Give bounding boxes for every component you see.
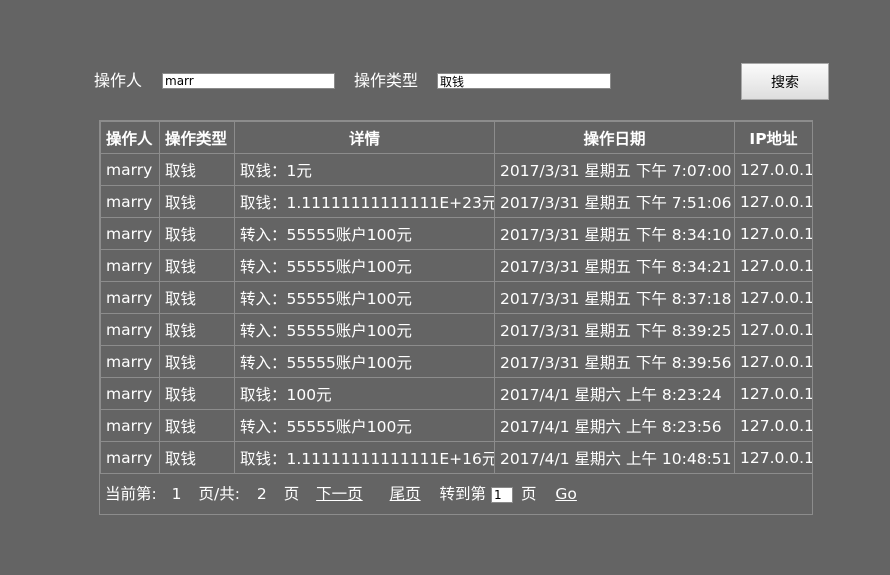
cell-details: 取钱：1.11111111111111E+23元 — [234, 185, 495, 218]
operator-input[interactable] — [162, 73, 335, 89]
pager-current-label: 当前第: — [105, 485, 157, 503]
column-header-details: 详情 — [234, 121, 495, 154]
cell-operation-date: 2017/3/31 星期五 下午 8:34:21 — [494, 249, 735, 282]
cell-operation-date: 2017/4/1 星期六 上午 10:48:51 — [494, 441, 735, 474]
cell-operation-type: 取钱 — [159, 441, 235, 474]
cell-operation-type: 取钱 — [159, 345, 235, 378]
column-header-operation-date: 操作日期 — [494, 121, 735, 154]
cell-operation-date: 2017/4/1 星期六 上午 8:23:56 — [494, 409, 735, 442]
cell-operator: marry — [100, 377, 160, 410]
table-row: marry 取钱 转入：55555账户100元 2017/4/1 星期六 上午 … — [100, 409, 813, 442]
cell-operation-date: 2017/3/31 星期五 下午 7:51:06 — [494, 185, 735, 218]
cell-operator: marry — [100, 185, 160, 218]
cell-operation-type: 取钱 — [159, 281, 235, 314]
cell-operator: marry — [100, 249, 160, 282]
cell-details: 取钱：1元 — [234, 153, 495, 186]
cell-ip-address: 127.0.0.1 — [734, 281, 813, 314]
cell-details: 转入：55555账户100元 — [234, 217, 495, 250]
cell-details: 取钱：1.11111111111111E+16元 — [234, 441, 495, 474]
cell-operator: marry — [100, 345, 160, 378]
cell-operator: marry — [100, 313, 160, 346]
operation-type-label: 操作类型 — [354, 71, 419, 90]
table-row: marry 取钱 取钱：100元 2017/4/1 星期六 上午 8:23:24… — [100, 377, 813, 410]
cell-operation-type: 取钱 — [159, 249, 235, 282]
table-row: marry 取钱 转入：55555账户100元 2017/3/31 星期五 下午… — [100, 249, 813, 282]
search-bar: 操作人 操作类型 搜索 — [94, 62, 830, 100]
table-row: marry 取钱 转入：55555账户100元 2017/3/31 星期五 下午… — [100, 217, 813, 250]
table-row: marry 取钱 转入：55555账户100元 2017/3/31 星期五 下午… — [100, 281, 813, 314]
table-row: marry 取钱 转入：55555账户100元 2017/3/31 星期五 下午… — [100, 313, 813, 346]
cell-operation-date: 2017/3/31 星期五 下午 8:37:18 — [494, 281, 735, 314]
go-link[interactable]: Go — [555, 485, 577, 503]
cell-operator: marry — [100, 217, 160, 250]
cell-ip-address: 127.0.0.1 — [734, 249, 813, 282]
pager-current-page: 1 — [171, 485, 182, 503]
cell-ip-address: 127.0.0.1 — [734, 345, 813, 378]
cell-ip-address: 127.0.0.1 — [734, 441, 813, 474]
cell-details: 转入：55555账户100元 — [234, 249, 495, 282]
operator-label: 操作人 — [94, 71, 143, 90]
cell-operation-date: 2017/3/31 星期五 下午 8:34:10 — [494, 217, 735, 250]
search-button[interactable]: 搜索 — [741, 63, 829, 100]
cell-operation-date: 2017/3/31 星期五 下午 8:39:25 — [494, 313, 735, 346]
cell-operator: marry — [100, 441, 160, 474]
cell-operator: marry — [100, 281, 160, 314]
cell-ip-address: 127.0.0.1 — [734, 409, 813, 442]
column-header-operation-type: 操作类型 — [159, 121, 235, 154]
log-table-container: 操作人 操作类型 详情 操作日期 IP地址 marry 取钱 取钱：1元 201… — [99, 120, 813, 515]
cell-operation-type: 取钱 — [159, 313, 235, 346]
table-row: marry 取钱 取钱：1.11111111111111E+23元 2017/3… — [100, 185, 813, 218]
cell-details: 转入：55555账户100元 — [234, 409, 495, 442]
cell-ip-address: 127.0.0.1 — [734, 185, 813, 218]
column-header-operator: 操作人 — [100, 121, 160, 154]
column-header-ip-address: IP地址 — [734, 121, 813, 154]
cell-details: 转入：55555账户100元 — [234, 345, 495, 378]
cell-ip-address: 127.0.0.1 — [734, 217, 813, 250]
cell-operation-date: 2017/4/1 星期六 上午 8:23:24 — [494, 377, 735, 410]
table-row: marry 取钱 转入：55555账户100元 2017/3/31 星期五 下午… — [100, 345, 813, 378]
cell-ip-address: 127.0.0.1 — [734, 153, 813, 186]
pager-page-unit: 页 — [283, 485, 300, 503]
operation-log-table: 操作人 操作类型 详情 操作日期 IP地址 marry 取钱 取钱：1元 201… — [100, 121, 813, 474]
cell-ip-address: 127.0.0.1 — [734, 313, 813, 346]
pager-total-label: 页/共: — [198, 485, 240, 503]
next-page-link[interactable]: 下一页 — [316, 485, 363, 503]
cell-operation-date: 2017/3/31 星期五 下午 7:07:00 — [494, 153, 735, 186]
cell-operation-type: 取钱 — [159, 153, 235, 186]
operation-type-input[interactable] — [437, 73, 611, 89]
cell-operator: marry — [100, 153, 160, 186]
cell-ip-address: 127.0.0.1 — [734, 377, 813, 410]
pager: 当前第: 1 页/共: 2 页 下一页 尾页 转到第 页 Go — [100, 474, 812, 514]
cell-operation-type: 取钱 — [159, 409, 235, 442]
goto-page-input[interactable] — [491, 486, 513, 503]
pager-total-pages: 2 — [256, 485, 267, 503]
pager-goto-unit: 页 — [520, 485, 537, 503]
cell-details: 取钱：100元 — [234, 377, 495, 410]
last-page-link[interactable]: 尾页 — [390, 485, 421, 503]
cell-operation-type: 取钱 — [159, 217, 235, 250]
cell-details: 转入：55555账户100元 — [234, 281, 495, 314]
table-row: marry 取钱 取钱：1元 2017/3/31 星期五 下午 7:07:00 … — [100, 153, 813, 186]
cell-operation-type: 取钱 — [159, 185, 235, 218]
table-row: marry 取钱 取钱：1.11111111111111E+16元 2017/4… — [100, 441, 813, 474]
pager-goto-label: 转到第 — [439, 485, 487, 503]
table-header-row: 操作人 操作类型 详情 操作日期 IP地址 — [100, 121, 813, 154]
cell-operator: marry — [100, 409, 160, 442]
cell-details: 转入：55555账户100元 — [234, 313, 495, 346]
cell-operation-date: 2017/3/31 星期五 下午 8:39:56 — [494, 345, 735, 378]
cell-operation-type: 取钱 — [159, 377, 235, 410]
